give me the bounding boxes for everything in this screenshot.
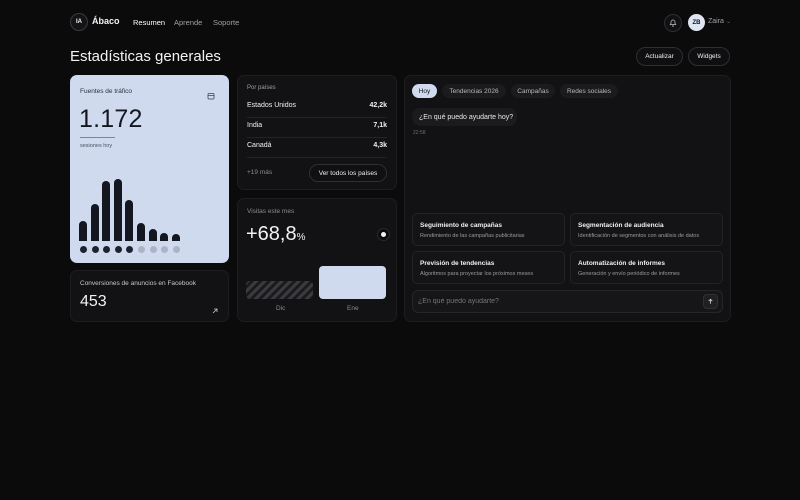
visits-bar-chart (246, 266, 387, 299)
nav-aprende[interactable]: Aprende (174, 18, 202, 27)
logo-mark[interactable]: IA (70, 13, 88, 31)
list-item[interactable]: India 7,1k (247, 122, 387, 136)
list-item[interactable]: Canadá 4,3k (247, 142, 387, 156)
countries-title: Por países (247, 85, 276, 91)
arrow-up-right-icon (212, 308, 218, 314)
visits-bar (319, 266, 386, 299)
list-item[interactable]: Estados Unidos 42,2k (247, 102, 387, 116)
avatar[interactable]: ZB (688, 14, 705, 31)
visits-label-dec: Dic (276, 305, 286, 312)
traffic-bar (90, 204, 99, 241)
traffic-bar (79, 221, 87, 241)
calendar-icon (207, 93, 215, 100)
country-value: 7,1k (373, 122, 387, 129)
feature-trend-forecast[interactable]: Previsión de tendencias Algoritmos para … (412, 251, 565, 284)
traffic-bar (125, 200, 134, 241)
tab-campanas[interactable]: Campañas (511, 84, 555, 98)
feature-title: Seguimiento de campañas (420, 222, 502, 229)
traffic-subtitle: sesiones hoy (80, 143, 113, 149)
brand-name[interactable]: Ábaco (92, 16, 120, 26)
country-name: India (247, 122, 263, 129)
visits-title: Visitas este mes (247, 208, 295, 215)
pagination-dot[interactable] (80, 246, 87, 253)
country-name: Canadá (247, 142, 272, 149)
pagination-dot[interactable] (114, 246, 122, 253)
traffic-bar (148, 229, 157, 241)
divider (247, 157, 387, 158)
traffic-value: 1.172 (79, 105, 143, 133)
feature-desc: Rendimiento de las campañas publicitaria… (420, 233, 525, 239)
nav-resumen[interactable]: Resumen (133, 18, 165, 27)
traffic-bar-chart (70, 170, 229, 241)
feature-desc: Generación y envío periódico de informes (578, 271, 680, 277)
traffic-bar (160, 233, 169, 241)
pagination-dot[interactable] (126, 246, 134, 253)
country-value: 4,3k (373, 142, 387, 149)
view-all-countries-button[interactable]: Ver todos los países (309, 164, 387, 182)
traffic-bar (171, 234, 180, 241)
feature-title: Segmentación de audiencia (578, 222, 664, 229)
visits-bar (246, 281, 313, 299)
chevron-down-icon[interactable]: ⌄ (726, 18, 731, 25)
country-name: Estados Unidos (247, 102, 297, 109)
divider (247, 117, 387, 118)
traffic-bar (137, 223, 145, 241)
pagination-dot[interactable] (172, 246, 180, 253)
feature-desc: Identificación de segmentos con análisis… (578, 233, 700, 239)
visits-toggle[interactable] (377, 228, 390, 241)
feature-campaign-tracking[interactable]: Seguimiento de campañas Rendimiento de l… (412, 213, 565, 246)
countries-more: +19 más (247, 169, 273, 176)
feature-desc: Algoritmos para proyectar los próximos m… (420, 271, 534, 277)
chat-input[interactable] (418, 294, 688, 309)
visits-value: +68,8% (246, 223, 306, 246)
send-button[interactable] (703, 294, 718, 309)
user-name[interactable]: Zaira (708, 18, 724, 25)
feature-audience-segmentation[interactable]: Segmentación de audiencia Identificación… (570, 213, 723, 246)
widgets-button[interactable]: Widgets (688, 47, 730, 66)
tab-redes-sociales[interactable]: Redes sociales (560, 84, 618, 98)
send-arrow-icon (708, 298, 713, 304)
pagination-dot[interactable] (91, 246, 99, 253)
traffic-bar (102, 181, 111, 241)
ads-title: Conversiones de anuncios en Facebook (80, 280, 196, 287)
chat-bubble: ¿En qué puedo ayudarte hoy? (412, 108, 517, 126)
feature-title: Previsión de tendencias (420, 260, 495, 267)
toggle-dot (381, 232, 386, 237)
divider (247, 137, 387, 138)
ads-value: 453 (80, 293, 107, 310)
calendar-button[interactable] (207, 87, 215, 105)
tab-hoy[interactable]: Hoy (412, 84, 437, 98)
refresh-button[interactable]: Actualizar (636, 47, 683, 66)
traffic-title: Fuentes de tráfico (80, 88, 133, 95)
pagination-dot[interactable] (161, 246, 169, 253)
country-value: 42,2k (369, 102, 387, 109)
pagination-dot[interactable] (149, 246, 157, 253)
traffic-pagination (70, 246, 229, 254)
tab-tendencias[interactable]: Tendencias 2026 (442, 84, 506, 98)
notifications-button[interactable] (664, 14, 682, 32)
visits-label-jan: Ene (347, 305, 359, 312)
bell-icon (669, 19, 677, 27)
divider (80, 137, 115, 138)
open-ads-button[interactable] (211, 302, 219, 320)
pagination-dot[interactable] (103, 246, 111, 253)
pagination-dot[interactable] (138, 246, 145, 253)
feature-title: Automatización de informes (578, 260, 666, 267)
visits-number: +68,8 (246, 223, 297, 245)
visits-unit: % (296, 232, 306, 243)
visits-card (237, 198, 397, 322)
nav-soporte[interactable]: Soporte (213, 18, 239, 27)
feature-report-automation[interactable]: Automatización de informes Generación y … (570, 251, 723, 284)
chat-time: 22:58 (413, 130, 426, 136)
page-title: Estadísticas generales (70, 48, 221, 65)
traffic-bar (113, 179, 122, 241)
